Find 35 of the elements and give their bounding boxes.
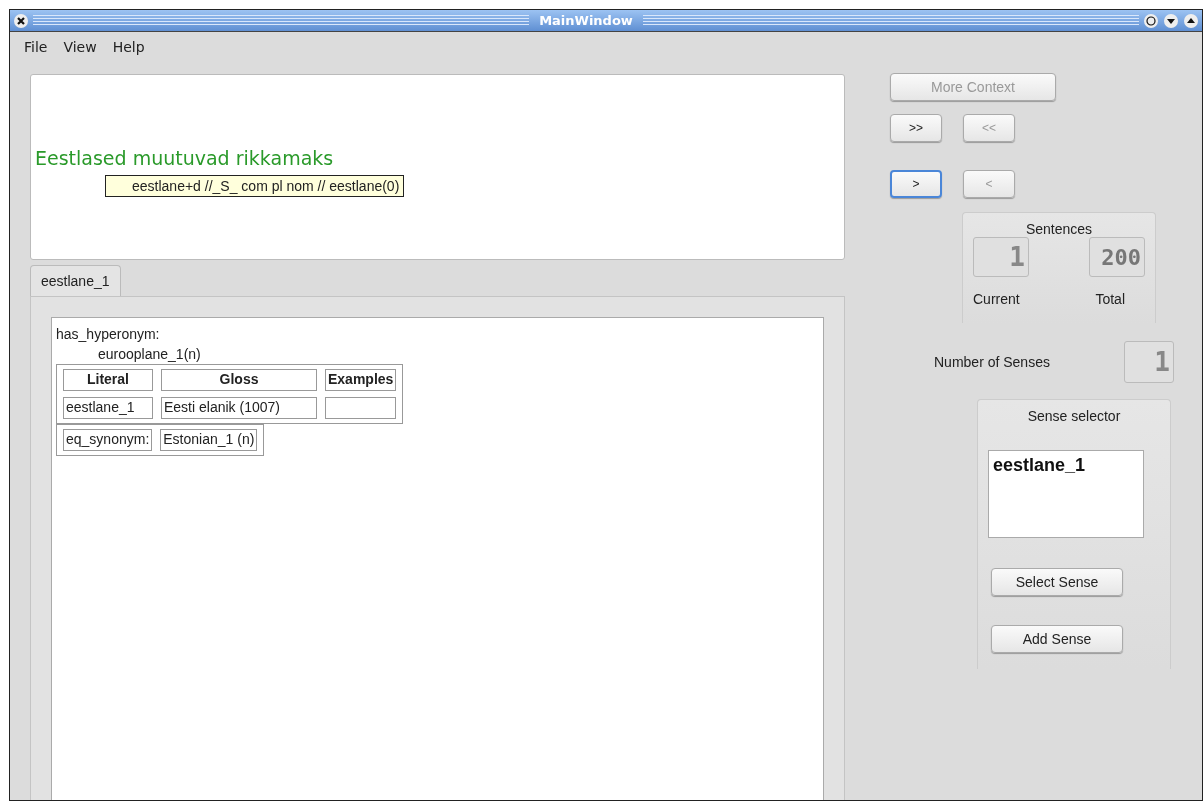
maximize-icon[interactable] bbox=[1183, 12, 1199, 29]
table-cell: Eesti elanik (1007) bbox=[161, 397, 317, 419]
table-cell: eestlane_1 bbox=[63, 397, 153, 419]
current-display: 1 bbox=[973, 237, 1029, 277]
equivalence-label: eq_synonym: bbox=[63, 429, 153, 451]
current-label: Current bbox=[973, 291, 1020, 307]
group-title: Sentences bbox=[1025, 221, 1093, 237]
column-header: Examples bbox=[325, 369, 397, 391]
nav-button[interactable]: > bbox=[890, 170, 942, 198]
table-cell bbox=[325, 397, 397, 419]
minimize-icon[interactable] bbox=[1163, 12, 1179, 29]
group-title: Sense selector bbox=[1027, 408, 1121, 424]
sense-button[interactable]: Select Sense bbox=[991, 568, 1123, 596]
tab[interactable]: eestlane_1 bbox=[30, 265, 121, 296]
sense-list[interactable]: eestlane_1 bbox=[988, 450, 1144, 538]
list-item[interactable]: eestlane_1 bbox=[993, 455, 1139, 476]
column-header: Literal bbox=[63, 369, 153, 391]
relation-label: has_hyperonym: bbox=[56, 325, 160, 344]
equivalence-value: Estonian_1 (n) bbox=[160, 429, 258, 451]
column-header: Gloss bbox=[161, 369, 317, 391]
relation-target: eurooplane_1(n) bbox=[97, 345, 201, 364]
menu-item[interactable]: View bbox=[57, 37, 103, 57]
sentence-text: Eestlased muutuvad rikkamaks bbox=[35, 147, 335, 169]
menu-item[interactable]: Help bbox=[106, 37, 151, 57]
senses-display: 1 bbox=[1124, 341, 1174, 383]
total-display: 200 bbox=[1089, 237, 1145, 277]
window-title: MainWindow bbox=[538, 13, 634, 28]
tooltip: eestlane+d //_S_ com pl nom // eestlane(0) bbox=[105, 175, 405, 197]
senses-label: Number of Senses bbox=[934, 354, 1050, 370]
sense-button[interactable]: Add Sense bbox=[991, 625, 1123, 653]
total-label: Total bbox=[1095, 291, 1125, 307]
circle-icon[interactable] bbox=[1143, 12, 1159, 29]
close-icon[interactable] bbox=[13, 12, 29, 29]
menu-item[interactable]: File bbox=[18, 37, 54, 57]
nav-button[interactable]: >> bbox=[890, 114, 942, 142]
